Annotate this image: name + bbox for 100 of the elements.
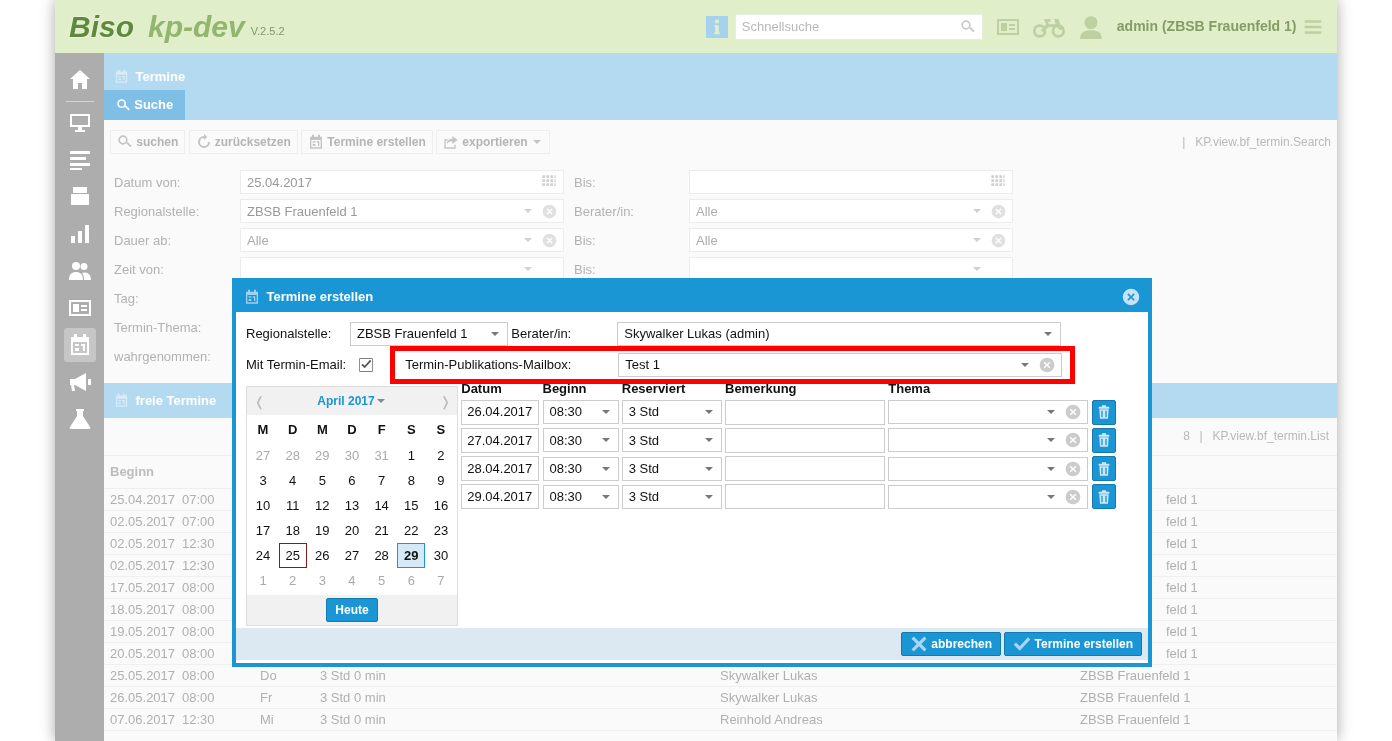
- select-field[interactable]: [888, 428, 1089, 453]
- text-field[interactable]: [725, 427, 885, 453]
- table-cell-text: 20.05.2017: [110, 644, 177, 663]
- table-cell-text: 08:00: [182, 622, 216, 641]
- clear-icon[interactable]: [542, 232, 557, 248]
- clear-icon[interactable]: [1065, 460, 1082, 477]
- calendar-day[interactable]: 9: [426, 468, 455, 494]
- weekday-label: F: [376, 421, 387, 440]
- select-field[interactable]: [888, 484, 1089, 509]
- table-cell-text: 07:00: [182, 512, 216, 531]
- clear-icon[interactable]: [1065, 404, 1082, 420]
- field-label: Termin-Thema:: [113, 318, 203, 337]
- calendar-day[interactable]: 25: [278, 543, 307, 569]
- date-field[interactable]: 29.04.2017: [461, 484, 540, 510]
- delete-button[interactable]: [1091, 484, 1116, 510]
- table-cell-text: 02.05.2017: [110, 534, 177, 553]
- select-field[interactable]: 08:30: [542, 456, 619, 481]
- field-label: Mit Termin-Email:: [246, 356, 347, 375]
- section-title: freie Termine: [135, 391, 217, 410]
- user-icon[interactable]: [1077, 13, 1104, 40]
- calendar-day[interactable]: 30: [426, 543, 455, 569]
- checkbox[interactable]: [358, 357, 375, 373]
- field-label: Regionalstelle:: [246, 325, 333, 344]
- select-field[interactable]: Skywalker Lukas (admin): [617, 322, 1062, 346]
- calendar-day[interactable]: 19: [308, 518, 337, 544]
- calendar-day[interactable]: 27: [337, 543, 366, 569]
- field-label: Bis:: [573, 260, 597, 279]
- date-field[interactable]: [689, 170, 1013, 195]
- sidebar-item[interactable]: [63, 327, 96, 362]
- calendar-day[interactable]: 16: [426, 493, 455, 519]
- text-field[interactable]: [725, 456, 885, 481]
- dialog-title: Termine erstellen: [266, 288, 375, 307]
- select-field[interactable]: ZBSB Frauenfeld 1: [350, 322, 508, 346]
- select-field[interactable]: 3 Std: [621, 428, 722, 453]
- close-icon[interactable]: [1122, 288, 1140, 306]
- date-field[interactable]: 28.04.2017: [461, 456, 540, 481]
- calendar-day[interactable]: 5: [308, 468, 337, 494]
- column-header: Beginn: [110, 463, 155, 481]
- calendar-day[interactable]: 18: [278, 518, 307, 544]
- clear-icon[interactable]: [542, 203, 557, 219]
- calendar-day[interactable]: 24: [249, 543, 277, 569]
- clear-icon[interactable]: [991, 203, 1006, 219]
- calendar-day[interactable]: 14: [367, 493, 396, 519]
- calendar-day[interactable]: 2: [426, 443, 455, 469]
- select-field[interactable]: 3 Std: [621, 484, 722, 509]
- calendar-day[interactable]: 13: [337, 493, 366, 519]
- weekday-label: S: [435, 421, 447, 440]
- select-field[interactable]: 3 Std: [621, 456, 722, 481]
- select-field[interactable]: Test 1: [618, 353, 1063, 377]
- select-field[interactable]: 3 Std: [621, 400, 722, 424]
- select-field[interactable]: 08:30: [542, 484, 619, 509]
- calendar-day[interactable]: 23: [426, 518, 455, 544]
- calendar-day[interactable]: 4: [278, 468, 307, 494]
- calendar-icon: [114, 392, 129, 408]
- table-cell-text: 08:00: [182, 644, 216, 663]
- calendar-day[interactable]: 11: [278, 493, 307, 519]
- select-field[interactable]: [888, 400, 1089, 424]
- calendar-day[interactable]: 22: [397, 518, 426, 544]
- delete-button[interactable]: [1091, 427, 1116, 453]
- calendar-day[interactable]: 21: [367, 518, 396, 544]
- calendar-day[interactable]: 26: [308, 543, 337, 569]
- delete-button[interactable]: [1091, 399, 1116, 425]
- table-cell-text: 12:30: [182, 710, 216, 729]
- calendar-day[interactable]: 7: [367, 468, 396, 494]
- table-cell-text: 25.05.2017: [110, 666, 177, 685]
- select-field[interactable]: 08:30: [542, 400, 619, 424]
- field-label: Bis:: [573, 173, 597, 192]
- calendar-day[interactable]: 10: [249, 493, 277, 519]
- weekday-label: M: [256, 421, 270, 440]
- column-header: Thema: [888, 382, 932, 397]
- calendar-day[interactable]: 12: [308, 493, 337, 519]
- search-icon[interactable]: [116, 97, 131, 113]
- table-cell-text: 02.05.2017: [110, 512, 177, 531]
- calendar-day[interactable]: 3: [249, 468, 277, 494]
- column-header: Datum: [461, 382, 503, 397]
- calendar-day[interactable]: 28: [367, 543, 396, 569]
- clear-icon[interactable]: [1039, 357, 1056, 373]
- clear-icon[interactable]: [991, 232, 1006, 248]
- calendar-day[interactable]: 29: [397, 543, 426, 569]
- clear-icon[interactable]: [1065, 432, 1082, 449]
- table-cell-text: 02.05.2017: [110, 556, 177, 575]
- calendar-day[interactable]: 6: [337, 468, 366, 494]
- table-cell-text: Fr: [260, 688, 274, 707]
- text-field[interactable]: [725, 399, 885, 425]
- view-name: KP.view.bf_termin.Search: [1195, 134, 1331, 152]
- text-field[interactable]: [725, 484, 885, 510]
- info-icon[interactable]: [706, 15, 729, 38]
- calendar-day[interactable]: 17: [249, 518, 277, 544]
- calendar-day[interactable]: 1: [397, 443, 426, 469]
- select-field[interactable]: 08:30: [542, 428, 619, 453]
- calendar-day[interactable]: 15: [397, 493, 426, 519]
- table-cell-text: feld 1: [1166, 644, 1199, 663]
- table-cell-text: 07.06.2017: [110, 710, 177, 729]
- select-field[interactable]: [888, 456, 1089, 481]
- search-icon[interactable]: [959, 18, 976, 35]
- clear-icon[interactable]: [1065, 488, 1082, 505]
- date-field[interactable]: 26.04.2017: [461, 399, 540, 425]
- calendar-day[interactable]: 8: [397, 468, 426, 494]
- date-field[interactable]: 27.04.2017: [461, 427, 540, 453]
- calendar-day[interactable]: 20: [337, 518, 366, 544]
